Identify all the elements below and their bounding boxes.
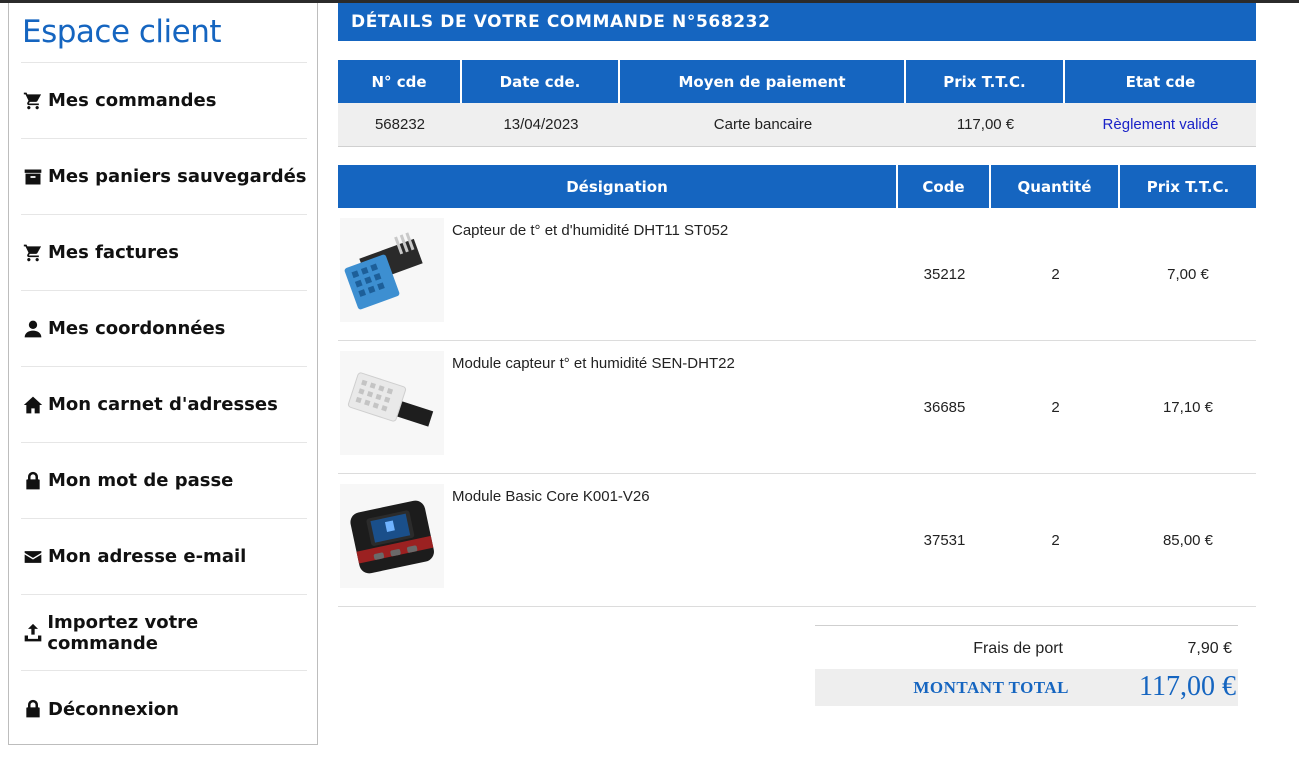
page-title: DÉTAILS DE VOTRE COMMANDE N°568232 — [338, 3, 1256, 41]
shipping-row: Frais de port 7,90 € — [815, 626, 1238, 669]
item-code: 35212 — [898, 208, 991, 341]
sidebar-item-coordonnees[interactable]: Mes coordonnées — [21, 291, 307, 367]
cart-icon — [22, 90, 44, 112]
order-items-table: Désignation Code Quantité Prix T.T.C. Ca… — [338, 165, 1256, 607]
home-icon — [22, 394, 44, 416]
sidebar-item-adresse-email[interactable]: Mon adresse e-mail — [21, 519, 307, 595]
order-details: DÉTAILS DE VOTRE COMMANDE N°568232 N° cd… — [338, 3, 1256, 706]
column-header: Code — [898, 165, 991, 208]
order-price: 117,00 € — [906, 103, 1065, 147]
table-header-row: N° cde Date cde. Moyen de paiement Prix … — [338, 60, 1256, 103]
item-quantity: 2 — [991, 341, 1120, 474]
table-row: Module Basic Core K001-V26 37531 2 85,00… — [338, 474, 1256, 607]
sidebar-item-importez-commande[interactable]: Importez votre commande — [21, 595, 307, 671]
item-name[interactable]: Module capteur t° et humidité SEN-DHT22 — [452, 355, 735, 372]
sidebar-item-deconnexion[interactable]: Déconnexion — [21, 671, 307, 747]
column-header: Quantité — [991, 165, 1120, 208]
sidebar-item-mot-de-passe[interactable]: Mon mot de passe — [21, 443, 307, 519]
upload-icon — [22, 622, 43, 644]
dht11-sensor-image[interactable] — [340, 218, 444, 322]
sidebar-item-label: Importez votre commande — [47, 611, 199, 654]
column-header: Prix T.T.C. — [1120, 165, 1256, 208]
lock-icon — [22, 470, 44, 492]
sidebar-item-label: Déconnexion — [48, 698, 179, 720]
order-summary-table: N° cde Date cde. Moyen de paiement Prix … — [338, 60, 1256, 147]
shipping-value: 7,90 € — [1187, 640, 1232, 657]
item-quantity: 2 — [991, 474, 1120, 607]
item-designation: Module capteur t° et humidité SEN-DHT22 — [338, 341, 898, 474]
archive-box-icon — [22, 166, 44, 188]
payment-method: Carte bancaire — [620, 103, 906, 147]
column-header: Etat cde — [1065, 60, 1256, 103]
item-code: 37531 — [898, 474, 991, 607]
order-status: Règlement validé — [1102, 116, 1219, 133]
total-row: MONTANT TOTAL 117,00 € — [815, 669, 1238, 706]
sidebar-item-label: Mon adresse e-mail — [48, 546, 247, 567]
item-price: 7,00 € — [1120, 208, 1256, 341]
order-date: 13/04/2023 — [462, 103, 620, 147]
column-header: Date cde. — [462, 60, 620, 103]
sidebar-item-label: Mes factures — [48, 242, 179, 263]
sidebar-item-label: Mon mot de passe — [48, 470, 234, 491]
item-code: 36685 — [898, 341, 991, 474]
order-totals: Frais de port 7,90 € MONTANT TOTAL 117,0… — [815, 625, 1238, 706]
item-designation: Module Basic Core K001-V26 — [338, 474, 898, 607]
column-header: Désignation — [338, 165, 898, 208]
sidebar-item-paniers-sauvegardes[interactable]: Mes paniers sauvegardés — [21, 139, 307, 215]
item-name[interactable]: Module Basic Core K001-V26 — [452, 488, 650, 505]
total-value: 117,00 € — [1139, 671, 1236, 702]
column-header: Prix T.T.C. — [906, 60, 1065, 103]
shipping-label: Frais de port — [973, 640, 1063, 657]
order-number: 568232 — [338, 103, 462, 147]
envelope-icon — [22, 546, 44, 568]
basic-core-module-image[interactable] — [340, 484, 444, 588]
dht22-sensor-image[interactable] — [340, 351, 444, 455]
table-row: 568232 13/04/2023 Carte bancaire 117,00 … — [338, 103, 1256, 147]
item-designation: Capteur de t° et d'humidité DHT11 ST052 — [338, 208, 898, 341]
sidebar-item-carnet-adresses[interactable]: Mon carnet d'adresses — [21, 367, 307, 443]
column-header: Moyen de paiement — [620, 60, 906, 103]
sidebar-item-factures[interactable]: Mes factures — [21, 215, 307, 291]
table-header-row: Désignation Code Quantité Prix T.T.C. — [338, 165, 1256, 208]
sidebar: Espace client Mes commandes Mes paniers … — [8, 3, 318, 745]
table-row: Module capteur t° et humidité SEN-DHT22 … — [338, 341, 1256, 474]
item-price: 17,10 € — [1120, 341, 1256, 474]
item-name[interactable]: Capteur de t° et d'humidité DHT11 ST052 — [452, 222, 728, 239]
item-price: 85,00 € — [1120, 474, 1256, 607]
sidebar-menu: Mes commandes Mes paniers sauvegardés Me… — [21, 63, 307, 747]
user-icon — [22, 318, 44, 340]
cart-icon — [22, 242, 44, 264]
total-label: MONTANT TOTAL — [913, 678, 1069, 697]
column-header: N° cde — [338, 60, 462, 103]
item-quantity: 2 — [991, 208, 1120, 341]
sidebar-item-label: Mes paniers sauvegardés — [48, 166, 307, 187]
sidebar-item-mes-commandes[interactable]: Mes commandes — [21, 63, 307, 139]
table-row: Capteur de t° et d'humidité DHT11 ST052 … — [338, 208, 1256, 341]
sidebar-item-label: Mon carnet d'adresses — [48, 394, 278, 415]
lock-icon — [22, 698, 44, 720]
order-status-cell: Règlement validé — [1065, 103, 1256, 147]
sidebar-title: Espace client — [22, 14, 222, 50]
sidebar-item-label: Mes coordonnées — [48, 318, 226, 339]
sidebar-item-label: Mes commandes — [48, 90, 217, 111]
